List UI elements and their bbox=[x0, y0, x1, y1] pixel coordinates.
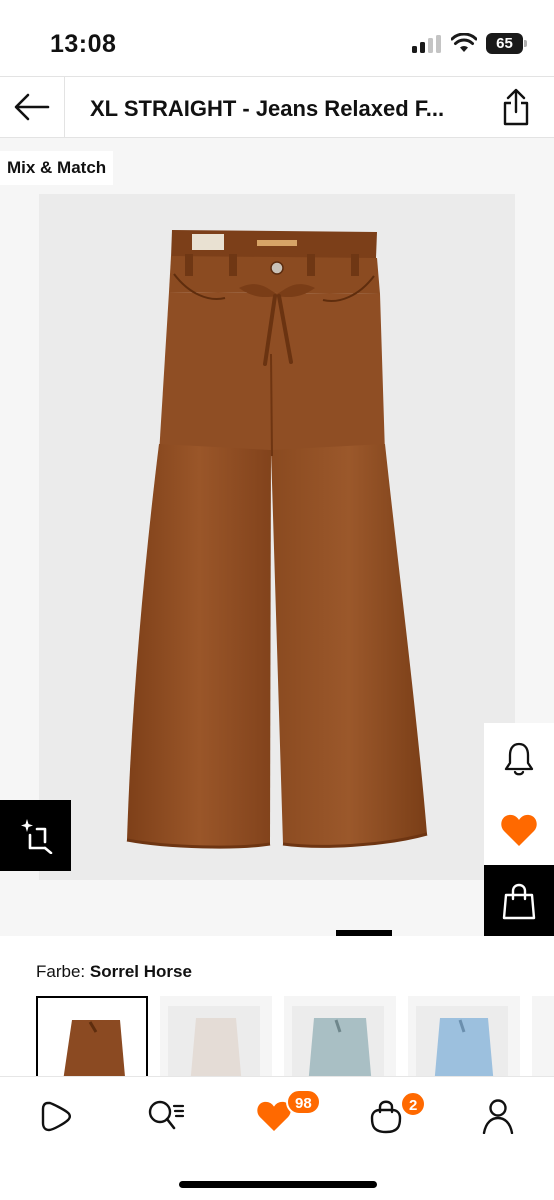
product-side-actions bbox=[484, 723, 554, 936]
color-picker: Farbe: Sorrel Horse bbox=[0, 936, 554, 1076]
color-swatch-ecru[interactable] bbox=[160, 996, 272, 1076]
color-swatches bbox=[36, 996, 554, 1076]
color-swatch-light-blue-grey[interactable] bbox=[284, 996, 396, 1076]
notify-button[interactable] bbox=[484, 723, 554, 794]
wishlist-count-badge: 98 bbox=[286, 1089, 321, 1115]
heart-icon bbox=[501, 814, 537, 846]
bag-count-badge: 2 bbox=[400, 1091, 427, 1117]
back-button[interactable] bbox=[0, 77, 65, 137]
add-to-bag-button[interactable] bbox=[484, 865, 554, 936]
color-value: Sorrel Horse bbox=[89, 962, 192, 981]
jeans-illustration bbox=[126, 230, 428, 849]
share-icon bbox=[503, 88, 529, 126]
color-swatch-more[interactable] bbox=[532, 996, 554, 1076]
product-detail-page: 13:08 65 XL STRAIGHT - Jeans Relaxed F..… bbox=[0, 0, 554, 1200]
search-icon bbox=[148, 1100, 185, 1130]
bell-icon bbox=[504, 742, 534, 775]
similar-items-button[interactable] bbox=[0, 800, 71, 871]
top-header: XL STRAIGHT - Jeans Relaxed F... bbox=[0, 76, 554, 138]
share-button[interactable] bbox=[496, 85, 536, 129]
nav-search[interactable] bbox=[136, 1095, 196, 1137]
profile-icon bbox=[482, 1099, 514, 1134]
status-time: 13:08 bbox=[50, 30, 117, 58]
arrow-left-icon bbox=[14, 93, 50, 121]
product-image[interactable] bbox=[39, 194, 515, 880]
home-icon bbox=[41, 1101, 71, 1132]
page-title: XL STRAIGHT - Jeans Relaxed F... bbox=[90, 96, 445, 121]
battery-icon: 65 bbox=[486, 33, 528, 54]
nav-bag[interactable]: 2 bbox=[356, 1091, 427, 1137]
bag-icon bbox=[502, 883, 536, 919]
color-label-prefix: Farbe: bbox=[36, 962, 90, 981]
color-label: Farbe: Sorrel Horse bbox=[36, 962, 192, 982]
nav-home[interactable] bbox=[26, 1095, 86, 1137]
bag-icon bbox=[370, 1100, 402, 1134]
wifi-icon bbox=[450, 32, 478, 53]
nav-profile[interactable] bbox=[468, 1095, 528, 1137]
color-swatch-light-blue[interactable] bbox=[408, 996, 520, 1076]
signal-icon bbox=[412, 35, 442, 53]
status-bar: 13:08 65 bbox=[0, 0, 554, 76]
product-gallery[interactable]: Mix & Match bbox=[0, 138, 554, 936]
nav-wishlist[interactable]: 98 bbox=[244, 1089, 321, 1137]
battery-level: 65 bbox=[496, 35, 513, 52]
home-indicator[interactable] bbox=[179, 1181, 377, 1188]
wishlist-button[interactable] bbox=[484, 794, 554, 865]
color-swatch-sorrel-horse[interactable] bbox=[36, 996, 148, 1076]
crop-sparkle-icon bbox=[20, 818, 52, 854]
mix-and-match-badge[interactable]: Mix & Match bbox=[0, 151, 114, 185]
